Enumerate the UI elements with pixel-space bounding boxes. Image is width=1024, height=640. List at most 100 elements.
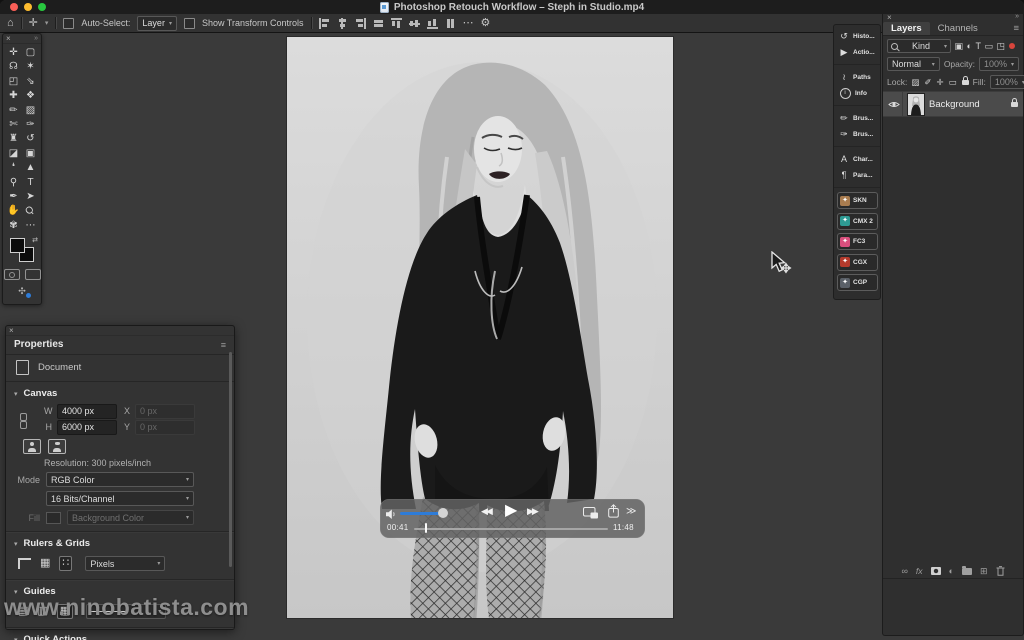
- adjustment-layer-icon[interactable]: ◐: [949, 566, 954, 576]
- filter-toggle-icon[interactable]: [1009, 43, 1015, 49]
- tab-layers[interactable]: Layers: [883, 22, 930, 35]
- volume-slider-knob[interactable]: [438, 508, 448, 518]
- screen-mode-button[interactable]: [25, 269, 41, 280]
- lock-artboard-icon[interactable]: ▭: [949, 77, 957, 88]
- dock-item-info[interactable]: i Info: [834, 85, 880, 101]
- add-mask-icon[interactable]: [931, 567, 941, 575]
- close-icon[interactable]: ×: [9, 326, 14, 335]
- eraser-tool-icon[interactable]: ◪: [5, 148, 22, 160]
- portrait-orientation-button[interactable]: [23, 439, 41, 454]
- blur-tool-icon[interactable]: ❛: [5, 162, 22, 174]
- dodge-tool-icon[interactable]: ⚲: [5, 177, 22, 189]
- align-bottom-edges-icon[interactable]: [427, 18, 438, 29]
- canvas-section-header[interactable]: ▾ Canvas: [6, 382, 234, 402]
- delete-layer-icon[interactable]: [996, 566, 1005, 576]
- playhead-marker[interactable]: [425, 523, 427, 533]
- lock-position-icon[interactable]: ✛: [936, 77, 943, 88]
- filter-shape-layers-icon[interactable]: ▭: [984, 41, 993, 52]
- constrain-link-icon[interactable]: [20, 413, 27, 429]
- clone-stamp-tool-icon[interactable]: ♜: [5, 133, 22, 145]
- filter-type-layers-icon[interactable]: T: [975, 41, 981, 51]
- lock-pixels-icon[interactable]: ✐: [924, 77, 931, 88]
- dock-item-cgx[interactable]: ✦ CGX: [837, 254, 878, 271]
- toolbar-edit-icon[interactable]: ✾: [5, 220, 22, 232]
- panel-menu-icon[interactable]: ≡: [1013, 23, 1019, 34]
- quick-mask-button[interactable]: [4, 269, 20, 280]
- tab-channels[interactable]: Channels: [930, 22, 986, 35]
- swap-colors-icon[interactable]: ⇄: [32, 236, 38, 244]
- rewind-button[interactable]: ◀◀: [481, 506, 491, 517]
- height-field[interactable]: 6000 px: [57, 420, 117, 435]
- hand-tool-icon[interactable]: ✋: [5, 205, 22, 217]
- type-tool-icon[interactable]: T: [22, 177, 39, 189]
- quick-actions-section-header[interactable]: ▾ Quick Actions: [6, 628, 234, 640]
- more-align-options-icon[interactable]: ⋯: [463, 18, 474, 29]
- magic-wand-tool-icon[interactable]: ✶: [22, 61, 39, 73]
- width-field[interactable]: 4000 px: [57, 404, 117, 419]
- dock-item-paragraph[interactable]: ¶ Para...: [834, 167, 880, 183]
- auto-select-checkbox[interactable]: [63, 18, 74, 29]
- filter-adjustment-layers-icon[interactable]: ◐: [967, 41, 972, 51]
- eyedropper-tool-icon[interactable]: ⇘: [22, 76, 39, 88]
- share-icon[interactable]: [608, 504, 619, 518]
- bit-depth-select[interactable]: 16 Bits/Channel ▾: [46, 491, 194, 506]
- landscape-orientation-button[interactable]: [48, 439, 66, 454]
- layer-row-background[interactable]: Background: [883, 91, 1023, 117]
- dock-item-cgp[interactable]: ✦ CGP: [837, 274, 878, 291]
- more-controls-icon[interactable]: ≫: [626, 506, 636, 517]
- blend-mode-select[interactable]: Normal ▾: [887, 57, 940, 71]
- rulers-grids-section-header[interactable]: ▾ Rulers & Grids: [6, 532, 234, 552]
- timeline-scrubber[interactable]: [414, 528, 608, 530]
- close-icon[interactable]: ×: [887, 13, 892, 22]
- dock-item-brush-settings[interactable]: ✏ Brus...: [834, 110, 880, 126]
- auto-select-target-select[interactable]: Layer ▾: [137, 16, 177, 31]
- fast-forward-button[interactable]: ▶▶: [527, 506, 537, 517]
- workspace-gear-icon[interactable]: ⚙: [481, 18, 491, 29]
- lock-transparency-icon[interactable]: ▨: [911, 77, 919, 88]
- new-layer-icon[interactable]: ⊞: [980, 566, 988, 577]
- picture-in-picture-icon[interactable]: [583, 507, 599, 519]
- filter-kind-select[interactable]: Kind ▾: [887, 39, 951, 53]
- move-tool-icon[interactable]: ✛: [5, 47, 22, 59]
- align-horizontal-centers-icon[interactable]: [337, 18, 348, 29]
- play-button[interactable]: ▶: [505, 500, 517, 520]
- layer-thumbnail[interactable]: [908, 94, 924, 115]
- spot-healing-brush-tool-icon[interactable]: ✚: [5, 90, 22, 102]
- lock-all-icon[interactable]: [962, 80, 969, 85]
- dock-item-cmx2[interactable]: ✦ CMX 2: [837, 213, 878, 230]
- visibility-cell[interactable]: [888, 92, 903, 116]
- history-brush-tool-icon[interactable]: ↺: [22, 133, 39, 145]
- snap-toggle-icon[interactable]: ∷: [59, 556, 72, 571]
- slice-tool-icon[interactable]: ✄: [5, 119, 22, 131]
- layer-style-icon[interactable]: fx: [916, 566, 923, 576]
- align-top-edges-icon[interactable]: [391, 18, 402, 29]
- dock-item-actions[interactable]: ▶ Actio...: [834, 44, 880, 60]
- filter-smart-objects-icon[interactable]: ◳: [996, 41, 1005, 52]
- dock-item-history[interactable]: ↺ Histo...: [834, 28, 880, 44]
- opacity-select[interactable]: 100% ▾: [979, 57, 1019, 71]
- panel-menu-icon[interactable]: ≡: [221, 340, 226, 350]
- dock-item-paths[interactable]: ≀ Paths: [834, 69, 880, 85]
- tool-preset-chevron-icon[interactable]: ▾: [45, 18, 49, 29]
- fill-select[interactable]: 100% ▾: [990, 75, 1024, 89]
- properties-scrollbar[interactable]: [229, 352, 232, 567]
- patch-tool-icon[interactable]: ❖: [22, 90, 39, 102]
- dock-item-fc3[interactable]: ✦ FC3: [837, 233, 878, 250]
- show-transform-checkbox[interactable]: [184, 18, 195, 29]
- home-icon[interactable]: ⌂: [7, 18, 14, 29]
- brush-tool-icon[interactable]: ✏: [5, 105, 22, 117]
- units-select[interactable]: Pixels ▾: [85, 556, 165, 571]
- collapse-panel-icon[interactable]: »: [34, 34, 38, 43]
- foreground-color-swatch[interactable]: [10, 238, 25, 253]
- dock-item-brushes[interactable]: ✑ Brus...: [834, 126, 880, 142]
- dock-item-skn[interactable]: ✦ SKN: [837, 192, 878, 209]
- pen-tool-icon[interactable]: ✒: [5, 191, 22, 203]
- color-mode-select[interactable]: RGB Color ▾: [46, 472, 194, 487]
- crop-tool-icon[interactable]: ◰: [5, 76, 22, 88]
- lasso-tool-icon[interactable]: ☊: [5, 61, 22, 73]
- distribute-horizontally-icon[interactable]: [373, 18, 384, 29]
- layer-locked-icon[interactable]: [1011, 102, 1018, 107]
- sharpen-tool-icon[interactable]: ▲: [22, 162, 39, 174]
- dock-item-character[interactable]: A Char...: [834, 151, 880, 167]
- mixer-brush-tool-icon[interactable]: ✑: [22, 119, 39, 131]
